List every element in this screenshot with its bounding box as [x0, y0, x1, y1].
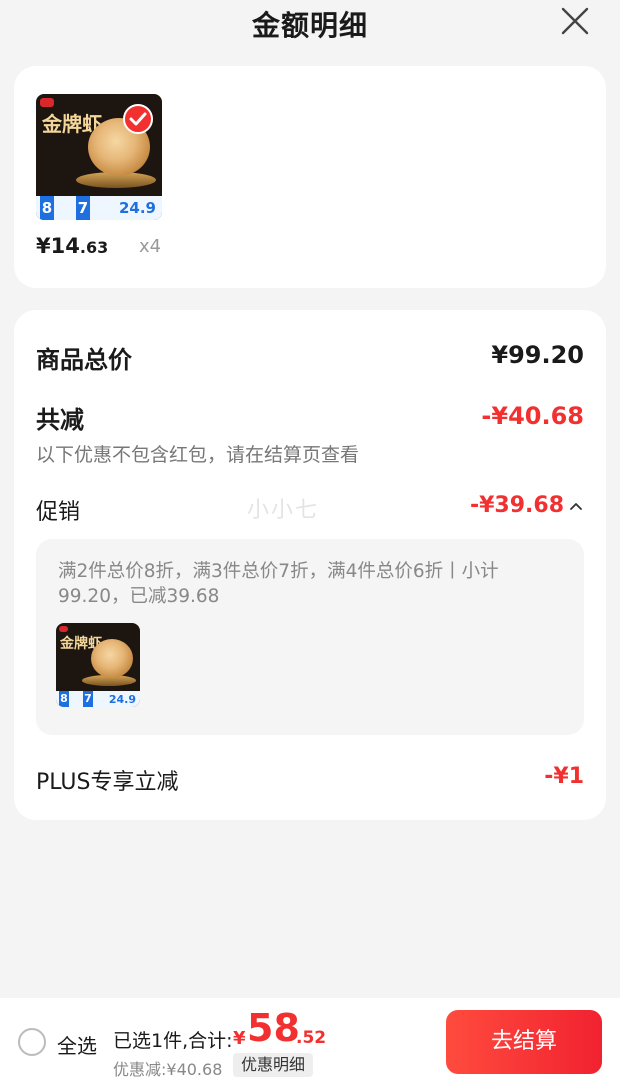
plus-discount-value: -¥1 [544, 764, 584, 789]
strip-badge: 8 [40, 196, 54, 220]
product-card: 金牌虾 8 7 24.9 ¥14.63 x4 [14, 66, 606, 288]
strip-price: 24.9 [108, 692, 136, 706]
saved-amount: 优惠减:¥40.68 [113, 1060, 223, 1079]
brand-logo-icon [40, 98, 54, 107]
promo-strip: 8 7 24.9 [56, 691, 140, 707]
product-image[interactable]: 金牌虾 8 7 24.9 [36, 94, 162, 220]
goods-total-value: ¥99.20 [491, 341, 584, 369]
goods-total-label: 商品总价 [36, 346, 132, 374]
bottom-bar: 全选 已选1件,合计: ¥ 58 .52 优惠减:¥40.68 优惠明细 去结算 [0, 998, 620, 1080]
watermark: 小小七 [247, 498, 320, 523]
selected-info: 已选1件,合计: [113, 1030, 233, 1052]
dumpling-icon [91, 639, 133, 678]
header: 金额明细 [0, 0, 620, 48]
select-all-radio[interactable] [18, 1028, 46, 1056]
total-symbol: ¥ [233, 1028, 246, 1049]
checkout-button[interactable]: 去结算 [446, 1010, 602, 1074]
discount-value: -¥40.68 [481, 402, 584, 430]
promo-value[interactable]: -¥39.68 [470, 493, 564, 518]
strip-badge: 7 [76, 196, 90, 220]
promo-detail-box: 满2件总价8折，满3件总价7折，满4件总价6折丨小计99.20，已减39.68 … [36, 539, 584, 735]
promo-product-image[interactable]: 金牌虾 8 7 24.9 [56, 623, 140, 707]
promo-label: 促销 [36, 500, 81, 525]
strip-badge: 8 [59, 691, 69, 707]
checked-icon[interactable] [123, 104, 153, 134]
strip-price: 24.9 [118, 199, 156, 217]
summary-card: 商品总价 ¥99.20 共减 -¥40.68 以下优惠不包含红包，请在结算页查看… [14, 310, 606, 820]
select-all-label[interactable]: 全选 [57, 1030, 97, 1059]
brand-logo-icon [59, 626, 68, 632]
total-dec: .52 [296, 1028, 327, 1048]
product-price: ¥14.63 [36, 234, 108, 258]
total-int: 58 [247, 1006, 300, 1050]
strip-badge: 7 [83, 691, 93, 707]
close-icon[interactable] [560, 6, 590, 36]
discount-note: 以下优惠不包含红包，请在结算页查看 [36, 444, 360, 466]
price-dec: .63 [79, 238, 109, 257]
page-title: 金额明细 [251, 9, 368, 42]
price-symbol: ¥ [36, 234, 51, 258]
discount-label: 共减 [36, 406, 84, 434]
discount-detail-button[interactable]: 优惠明细 [233, 1053, 314, 1077]
promo-description: 满2件总价8折，满3件总价7折，满4件总价6折丨小计99.20，已减39.68 [58, 561, 499, 607]
plus-discount-label: PLUS专享立减 [36, 770, 179, 795]
price-int: 14 [50, 234, 80, 258]
promo-strip: 8 7 24.9 [36, 196, 162, 220]
chevron-up-icon[interactable] [568, 498, 584, 514]
product-quantity: x4 [139, 236, 162, 257]
